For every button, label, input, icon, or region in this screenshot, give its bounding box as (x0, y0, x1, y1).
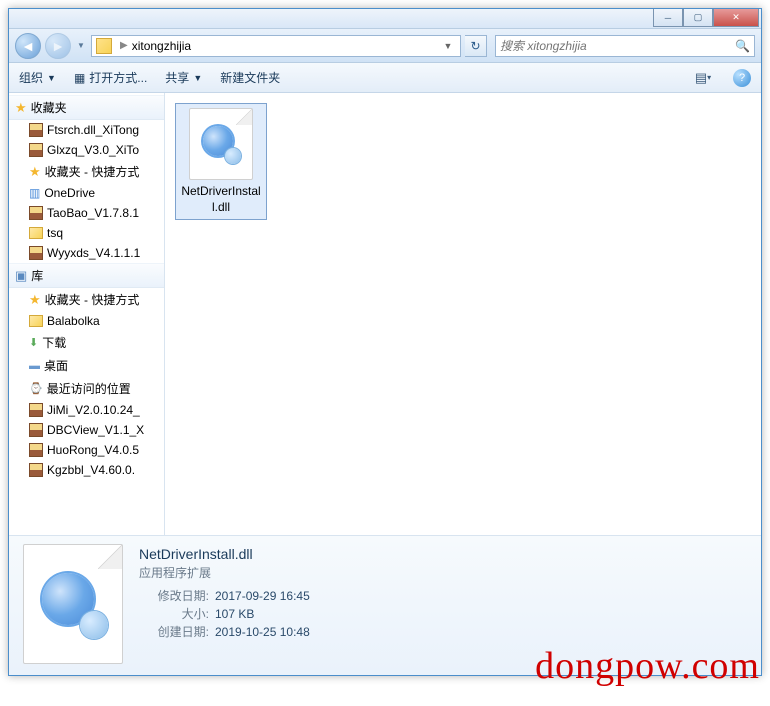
dll-file-icon (189, 108, 253, 180)
details-thumbnail (23, 544, 123, 664)
sidebar-item-label: Kgzbbl_V4.60.0. (47, 463, 135, 477)
sidebar-item-label: DBCView_V1.1_X (47, 423, 144, 437)
sidebar-item[interactable]: Balabolka (9, 311, 164, 331)
sidebar-item-label: Ftsrch.dll_XiTong (47, 123, 139, 137)
file-name-label: NetDriverInstall.dll (180, 184, 262, 215)
details-value: 107 KB (215, 605, 254, 623)
file-list-pane[interactable]: NetDriverInstall.dll (165, 93, 761, 535)
navigation-pane[interactable]: ★ 收藏夹 Ftsrch.dll_XiTongGlxzq_V3.0_XiTo★收… (9, 93, 165, 535)
folder-icon (96, 38, 112, 54)
sidebar-item-label: OneDrive (44, 186, 95, 200)
view-options-button[interactable]: ▤ ▾ (691, 67, 715, 89)
sidebar-item[interactable]: DBCView_V1.1_X (9, 420, 164, 440)
sidebar-item[interactable]: TaoBao_V1.7.8.1 (9, 203, 164, 223)
address-dropdown[interactable]: ▼ (440, 41, 456, 51)
minimize-button[interactable]: ─ (653, 9, 683, 27)
sidebar-item-label: 桌面 (44, 357, 68, 374)
gear-icon (38, 569, 108, 639)
sidebar-item-label: JiMi_V2.0.10.24_ (47, 403, 140, 417)
maximize-button[interactable]: ▢ (683, 9, 713, 27)
file-item-selected[interactable]: NetDriverInstall.dll (175, 103, 267, 220)
details-value: 2017-09-29 16:45 (215, 587, 310, 605)
explorer-window: ─ ▢ ✕ ◄ ► ▼ ▶ xitongzhijia ▼ ↻ 🔍 组织 ▼ ▦ … (8, 8, 762, 676)
archive-icon (29, 246, 43, 260)
sidebar-item[interactable]: ⬇ 下载 (9, 331, 164, 354)
sidebar-item-label: tsq (47, 226, 63, 240)
folder-icon (29, 315, 43, 327)
body-area: ★ 收藏夹 Ftsrch.dll_XiTongGlxzq_V3.0_XiTo★收… (9, 93, 761, 535)
sidebar-item[interactable]: tsq (9, 223, 164, 243)
details-text: NetDriverInstall.dll 应用程序扩展 修改日期: 2017-09… (139, 544, 310, 667)
details-value: 2019-10-25 10:48 (215, 623, 310, 641)
sidebar-item[interactable]: Glxzq_V3.0_XiTo (9, 140, 164, 160)
star-icon: ★ (15, 100, 27, 116)
toolbar: 组织 ▼ ▦ 打开方式... 共享 ▼ 新建文件夹 ▤ ▾ ? (9, 63, 761, 93)
sidebar-item-label: Balabolka (47, 314, 100, 328)
details-row: 创建日期: 2019-10-25 10:48 (139, 623, 310, 641)
desktop-icon: ▬ (29, 360, 40, 372)
sidebar-item-label: 下载 (42, 334, 66, 351)
archive-icon (29, 143, 43, 157)
sidebar-item[interactable]: ▥ OneDrive (9, 183, 164, 203)
share-button[interactable]: 共享 ▼ (165, 69, 202, 86)
archive-icon (29, 206, 43, 220)
breadcrumb-segment[interactable]: xitongzhijia (132, 39, 191, 53)
sidebar-item-label: TaoBao_V1.7.8.1 (47, 206, 139, 220)
archive-icon (29, 403, 43, 417)
organize-button[interactable]: 组织 ▼ (19, 69, 56, 86)
star-icon: ★ (29, 164, 41, 180)
sidebar-item-label: Glxzq_V3.0_XiTo (47, 143, 139, 157)
sidebar-item-label: 最近访问的位置 (47, 380, 131, 397)
sidebar-item-label: HuoRong_V4.0.5 (47, 443, 139, 457)
back-button[interactable]: ◄ (15, 33, 41, 59)
sidebar-item[interactable]: Kgzbbl_V4.60.0. (9, 460, 164, 480)
navigation-bar: ◄ ► ▼ ▶ xitongzhijia ▼ ↻ 🔍 (9, 29, 761, 63)
search-input[interactable] (500, 39, 735, 53)
open-with-button[interactable]: ▦ 打开方式... (74, 69, 147, 86)
sidebar-item-label: 收藏夹 - 快捷方式 (45, 163, 140, 180)
sidebar-item[interactable]: JiMi_V2.0.10.24_ (9, 400, 164, 420)
details-label: 大小: (139, 605, 209, 623)
sidebar-item[interactable]: Ftsrch.dll_XiTong (9, 120, 164, 140)
archive-icon (29, 463, 43, 477)
star-icon: ★ (29, 292, 41, 308)
sidebar-item[interactable]: ★收藏夹 - 快捷方式 (9, 160, 164, 183)
sidebar-item[interactable]: Wyyxds_V4.1.1.1 (9, 243, 164, 263)
address-bar[interactable]: ▶ xitongzhijia ▼ (91, 35, 461, 57)
archive-icon (29, 423, 43, 437)
library-icon: ▣ (15, 268, 27, 284)
search-box[interactable]: 🔍 (495, 35, 755, 57)
sidebar-item[interactable]: ⌚ 最近访问的位置 (9, 377, 164, 400)
sidebar-item[interactable]: ★收藏夹 - 快捷方式 (9, 288, 164, 311)
sidebar-item-label: Wyyxds_V4.1.1.1 (47, 246, 140, 260)
onedrive-icon: ▥ (29, 186, 40, 200)
libraries-header[interactable]: ▣ 库 (9, 263, 164, 288)
sidebar-item[interactable]: ▬ 桌面 (9, 354, 164, 377)
archive-icon (29, 123, 43, 137)
favorites-header[interactable]: ★ 收藏夹 (9, 95, 164, 120)
details-row: 修改日期: 2017-09-29 16:45 (139, 587, 310, 605)
folder-icon (29, 227, 43, 239)
help-button[interactable]: ? (733, 69, 751, 87)
gear-icon (201, 124, 241, 164)
recent-icon: ⌚ (29, 382, 43, 395)
search-icon[interactable]: 🔍 (735, 39, 750, 53)
details-filename: NetDriverInstall.dll (139, 546, 310, 562)
download-icon: ⬇ (29, 336, 38, 349)
sidebar-item-label: 收藏夹 - 快捷方式 (45, 291, 140, 308)
forward-button[interactable]: ► (45, 33, 71, 59)
details-filetype: 应用程序扩展 (139, 564, 310, 581)
details-label: 创建日期: (139, 623, 209, 641)
breadcrumb-separator: ▶ (120, 40, 128, 51)
details-pane: NetDriverInstall.dll 应用程序扩展 修改日期: 2017-09… (9, 535, 761, 675)
details-label: 修改日期: (139, 587, 209, 605)
sidebar-item[interactable]: HuoRong_V4.0.5 (9, 440, 164, 460)
history-dropdown[interactable]: ▼ (75, 33, 87, 59)
new-folder-button[interactable]: 新建文件夹 (220, 69, 280, 86)
close-button[interactable]: ✕ (713, 9, 759, 27)
archive-icon (29, 443, 43, 457)
titlebar: ─ ▢ ✕ (9, 9, 761, 29)
details-row: 大小: 107 KB (139, 605, 310, 623)
refresh-button[interactable]: ↻ (465, 35, 487, 57)
